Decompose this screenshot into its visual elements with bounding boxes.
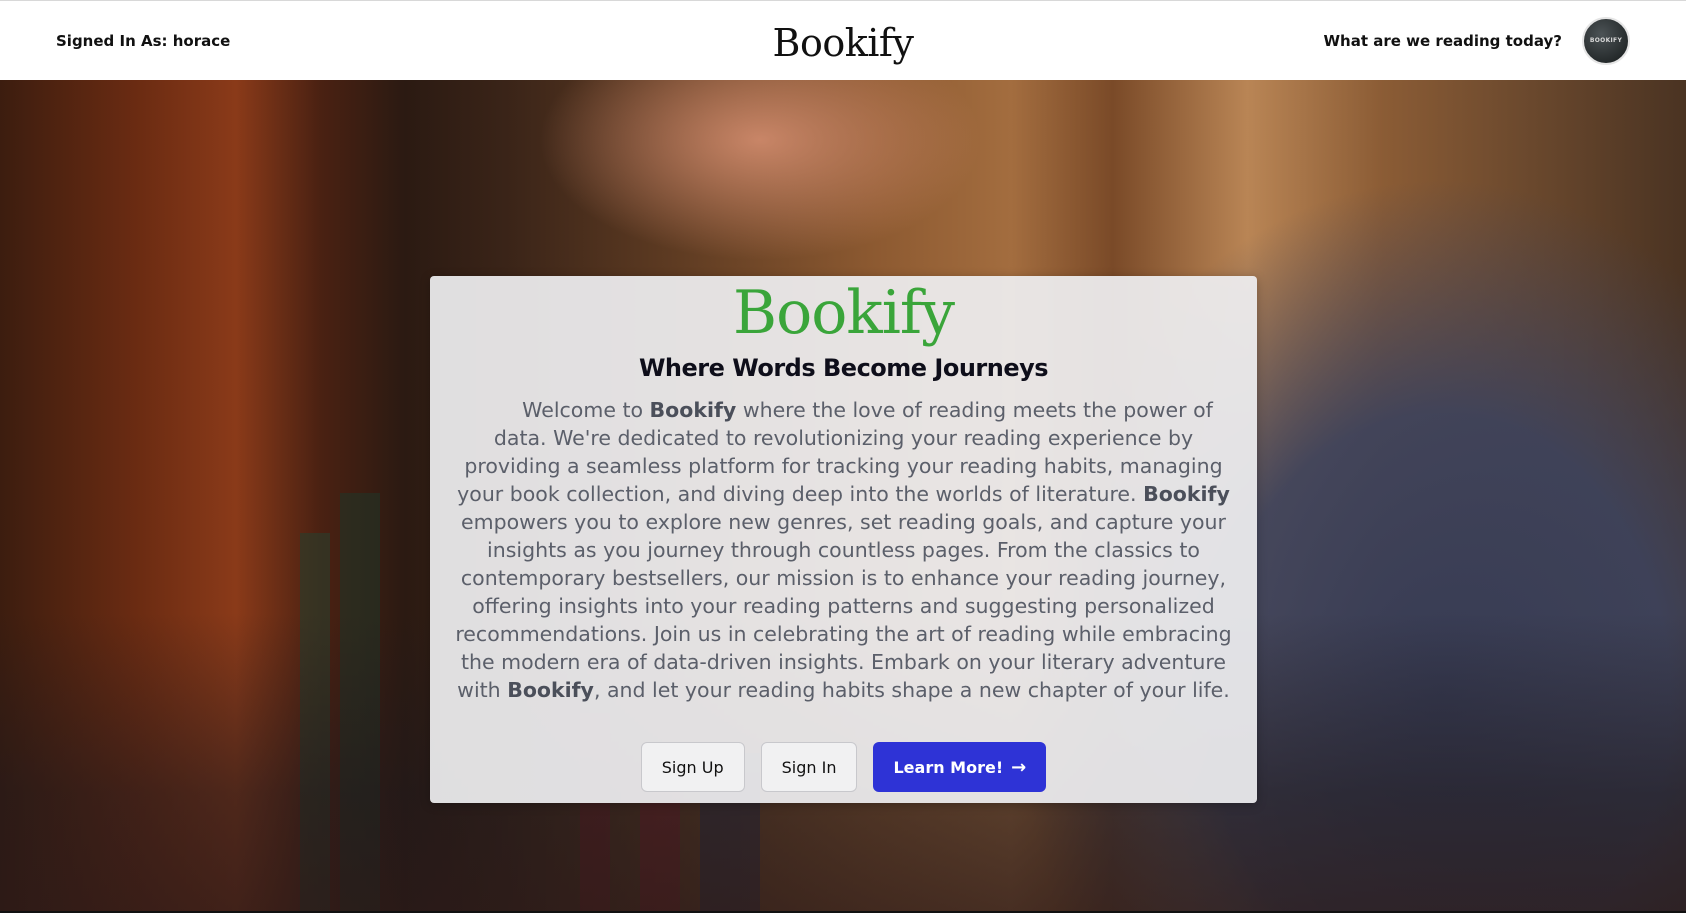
learn-more-label: Learn More! <box>893 757 1004 777</box>
card-logo: Bookify <box>733 278 955 348</box>
arrow-right-icon: → <box>1011 756 1027 778</box>
brand-mention: Bookify <box>507 678 594 702</box>
cta-buttons: Sign Up Sign In Learn More! → <box>430 742 1257 792</box>
nav-right-group: What are we reading today? BOOKIFY <box>1324 16 1630 65</box>
signed-in-label: Signed In As: horace <box>56 31 231 50</box>
learn-more-button[interactable]: Learn More! → <box>873 742 1047 792</box>
brand-logo[interactable]: Bookify <box>773 21 914 65</box>
sign-up-button[interactable]: Sign Up <box>640 742 745 792</box>
tagline: Where Words Become Journeys <box>638 354 1049 382</box>
avatar[interactable]: BOOKIFY <box>1582 16 1630 65</box>
reading-prompt[interactable]: What are we reading today? <box>1324 32 1562 50</box>
brand-mention: Bookify <box>1143 482 1230 506</box>
brand-mention: Bookify <box>649 398 737 422</box>
welcome-text: Welcome to Bookify where the love of rea… <box>455 398 1232 702</box>
sign-in-button[interactable]: Sign In <box>760 742 858 792</box>
hero-bottom-edge <box>0 911 1686 913</box>
top-navbar: Signed In As: horace Bookify What are we… <box>0 0 1686 80</box>
welcome-card: Bookify Where Words Become Journeys Welc… <box>430 276 1257 803</box>
avatar-text: BOOKIFY <box>1589 37 1623 44</box>
